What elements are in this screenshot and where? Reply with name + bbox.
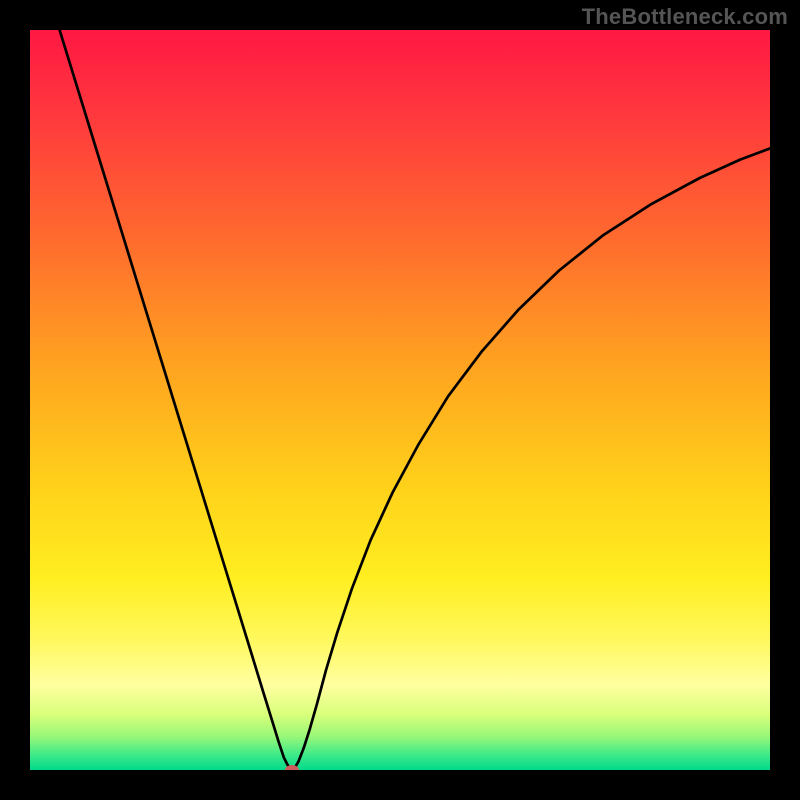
chart-svg <box>30 30 770 770</box>
plot-area <box>30 30 770 770</box>
gradient-background <box>30 30 770 770</box>
watermark-text: TheBottleneck.com <box>582 4 788 30</box>
chart-frame: TheBottleneck.com <box>0 0 800 800</box>
